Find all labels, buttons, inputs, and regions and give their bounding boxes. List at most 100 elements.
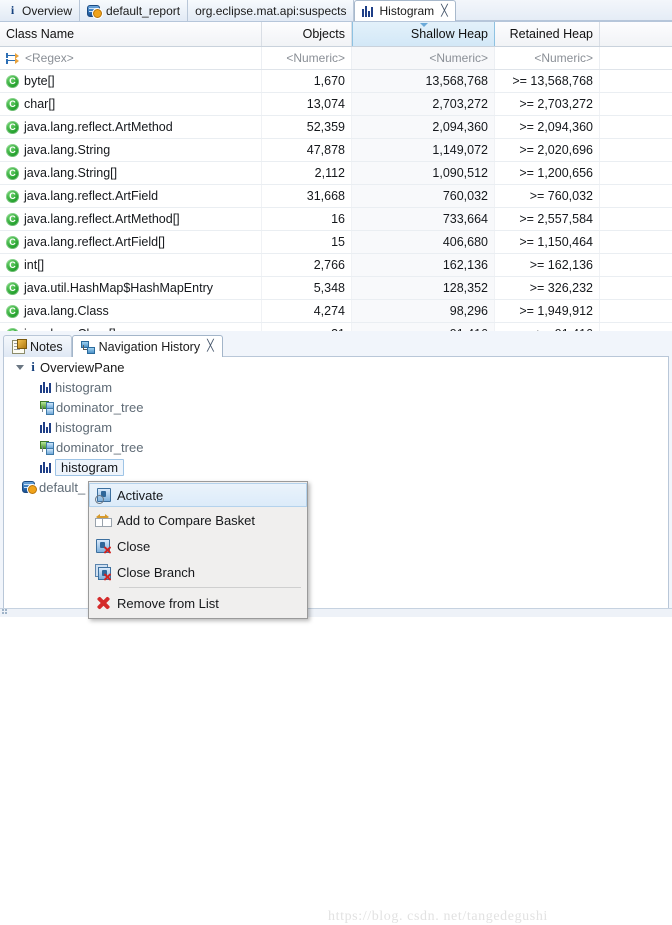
tree-item-overviewpane[interactable]: i OverviewPane — [4, 357, 668, 377]
tab-notes[interactable]: Notes — [3, 335, 72, 357]
cell-shallow-heap: 406,680 — [352, 231, 495, 253]
tree-item-label: default_ — [39, 479, 86, 495]
table-row[interactable]: C java.lang.String[] 2,112 1,090,512 >= … — [0, 162, 672, 185]
table-row[interactable]: C java.lang.Class 4,274 98,296 >= 1,949,… — [0, 300, 672, 323]
menu-item-close-branch[interactable]: Close Branch — [89, 559, 307, 585]
tab-overview[interactable]: i Overview — [0, 0, 81, 21]
cell-retained-heap: >= 2,094,360 — [495, 116, 600, 138]
tab-histogram-label: Histogram — [379, 4, 435, 18]
column-header-objects[interactable]: Objects — [262, 22, 352, 46]
context-menu[interactable]: Activate Add to Compare Basket Close Clo… — [88, 481, 308, 619]
cell-objects: 13,074 — [262, 93, 352, 115]
table-row[interactable]: C java.lang.reflect.ArtField[] 15 406,68… — [0, 231, 672, 254]
cell-class-name-label: int[] — [24, 258, 45, 272]
cell-objects: 5,348 — [262, 277, 352, 299]
cell-extra — [600, 300, 672, 322]
column-header-class-name[interactable]: Class Name — [0, 22, 262, 46]
cell-shallow-heap: 733,664 — [352, 208, 495, 230]
report-icon — [87, 4, 103, 18]
cell-extra — [600, 208, 672, 230]
filter-shallow-heap[interactable]: <Numeric> — [352, 47, 495, 69]
cell-shallow-heap: 128,352 — [352, 277, 495, 299]
table-row[interactable]: C java.util.HashMap$HashMapEntry 5,348 1… — [0, 277, 672, 300]
cell-class-name: C java.lang.reflect.ArtMethod[] — [0, 208, 262, 230]
cell-retained-heap: >= 1,200,656 — [495, 162, 600, 184]
tab-overview-label: Overview — [22, 3, 73, 18]
table-row[interactable]: C java.lang.String 47,878 1,149,072 >= 2… — [0, 139, 672, 162]
tab-navigation-history[interactable]: Navigation History ╳ — [71, 335, 223, 357]
tree-item-dominator-tree[interactable]: dominator_tree — [4, 397, 668, 417]
class-icon: C — [6, 120, 19, 134]
cell-class-name: C java.lang.reflect.ArtField[] — [0, 231, 262, 253]
table-row[interactable]: C byte[] 1,670 13,568,768 >= 13,568,768 — [0, 70, 672, 93]
close-icon — [95, 538, 111, 554]
cell-class-name-label: java.lang.reflect.ArtField — [24, 189, 159, 203]
histogram-icon — [362, 5, 375, 17]
tree-item-histogram-selected[interactable]: histogram — [4, 457, 668, 477]
tree-item-label: dominator_tree — [56, 399, 144, 415]
tab-histogram[interactable]: Histogram ╳ — [354, 0, 456, 21]
class-icon: C — [6, 143, 19, 157]
column-header-extra[interactable] — [600, 22, 672, 46]
cell-extra — [600, 231, 672, 253]
menu-item-close[interactable]: Close — [89, 533, 307, 559]
tab-suspects[interactable]: org.eclipse.mat.api:suspects — [188, 0, 355, 21]
cell-retained-heap: >= 2,703,272 — [495, 93, 600, 115]
table-row[interactable]: C java.lang.reflect.ArtMethod[] 16 733,6… — [0, 208, 672, 231]
filter-retained-heap[interactable]: <Numeric> — [495, 47, 600, 69]
column-header-class-name-label: Class Name — [6, 27, 75, 41]
filter-extra[interactable] — [600, 47, 672, 69]
cell-objects: 52,359 — [262, 116, 352, 138]
resize-grip[interactable] — [2, 609, 7, 614]
cell-retained-heap: >= 760,032 — [495, 185, 600, 207]
cell-class-name: C java.lang.String[] — [0, 162, 262, 184]
tab-bar-filler — [455, 0, 672, 21]
cell-objects: 2,112 — [262, 162, 352, 184]
remove-from-list-icon — [96, 596, 111, 611]
cell-objects: 2,766 — [262, 254, 352, 276]
table-row[interactable]: C java.lang.reflect.ArtMethod 52,359 2,0… — [0, 116, 672, 139]
cell-retained-heap: >= 2,020,696 — [495, 139, 600, 161]
menu-separator — [119, 587, 301, 588]
menu-item-activate[interactable]: Activate — [89, 483, 307, 507]
table-row[interactable]: C int[] 2,766 162,136 >= 162,136 — [0, 254, 672, 277]
filter-class-name[interactable]: <Regex> — [0, 47, 262, 69]
info-icon: i — [31, 359, 35, 374]
tab-default-report[interactable]: default_report — [80, 0, 189, 21]
notes-icon — [12, 339, 27, 354]
tree-item-dominator-tree[interactable]: dominator_tree — [4, 437, 668, 457]
table-row[interactable]: C java.lang.reflect.ArtField 31,668 760,… — [0, 185, 672, 208]
cell-extra — [600, 185, 672, 207]
filter-class-name-value: <Regex> — [25, 51, 74, 65]
watermark-text: https://blog. csdn. net/tangedegushi — [328, 909, 548, 924]
cell-class-name: C int[] — [0, 254, 262, 276]
table-row[interactable]: C char[] 13,074 2,703,272 >= 2,703,272 — [0, 93, 672, 116]
cell-class-name-label: java.util.HashMap$HashMapEntry — [24, 281, 213, 295]
filter-objects[interactable]: <Numeric> — [262, 47, 352, 69]
tree-item-histogram[interactable]: histogram — [4, 417, 668, 437]
cell-class-name-label: java.lang.reflect.ArtMethod — [24, 120, 173, 134]
cell-objects: 15 — [262, 231, 352, 253]
menu-item-add-to-compare-basket[interactable]: Add to Compare Basket — [89, 507, 307, 533]
cell-objects: 31,668 — [262, 185, 352, 207]
menu-item-add-to-compare-basket-label: Add to Compare Basket — [117, 512, 256, 528]
cell-retained-heap: >= 13,568,768 — [495, 70, 600, 92]
cell-shallow-heap: 13,568,768 — [352, 70, 495, 92]
cell-class-name: C java.lang.reflect.ArtMethod — [0, 116, 262, 138]
close-icon[interactable]: ╳ — [207, 341, 214, 352]
tree-item-histogram[interactable]: histogram — [4, 377, 668, 397]
tab-navigation-history-label: Navigation History — [98, 339, 201, 354]
cell-extra — [600, 254, 672, 276]
column-header-retained-heap[interactable]: Retained Heap — [495, 22, 600, 46]
bottom-view-tab-bar: Notes Navigation History ╳ — [3, 335, 669, 357]
column-header-shallow-heap[interactable]: Shallow Heap — [352, 22, 495, 46]
expand-arrow-icon[interactable] — [16, 364, 24, 370]
cell-objects: 1,670 — [262, 70, 352, 92]
filter-shallow-heap-value: <Numeric> — [429, 51, 488, 65]
histogram-icon — [40, 381, 53, 393]
cell-class-name-label: java.lang.reflect.ArtMethod[] — [24, 212, 180, 226]
class-icon: C — [6, 166, 19, 180]
close-icon[interactable]: ╳ — [441, 5, 448, 17]
cell-retained-heap: >= 162,136 — [495, 254, 600, 276]
menu-item-remove-from-list[interactable]: Remove from List — [89, 590, 307, 616]
